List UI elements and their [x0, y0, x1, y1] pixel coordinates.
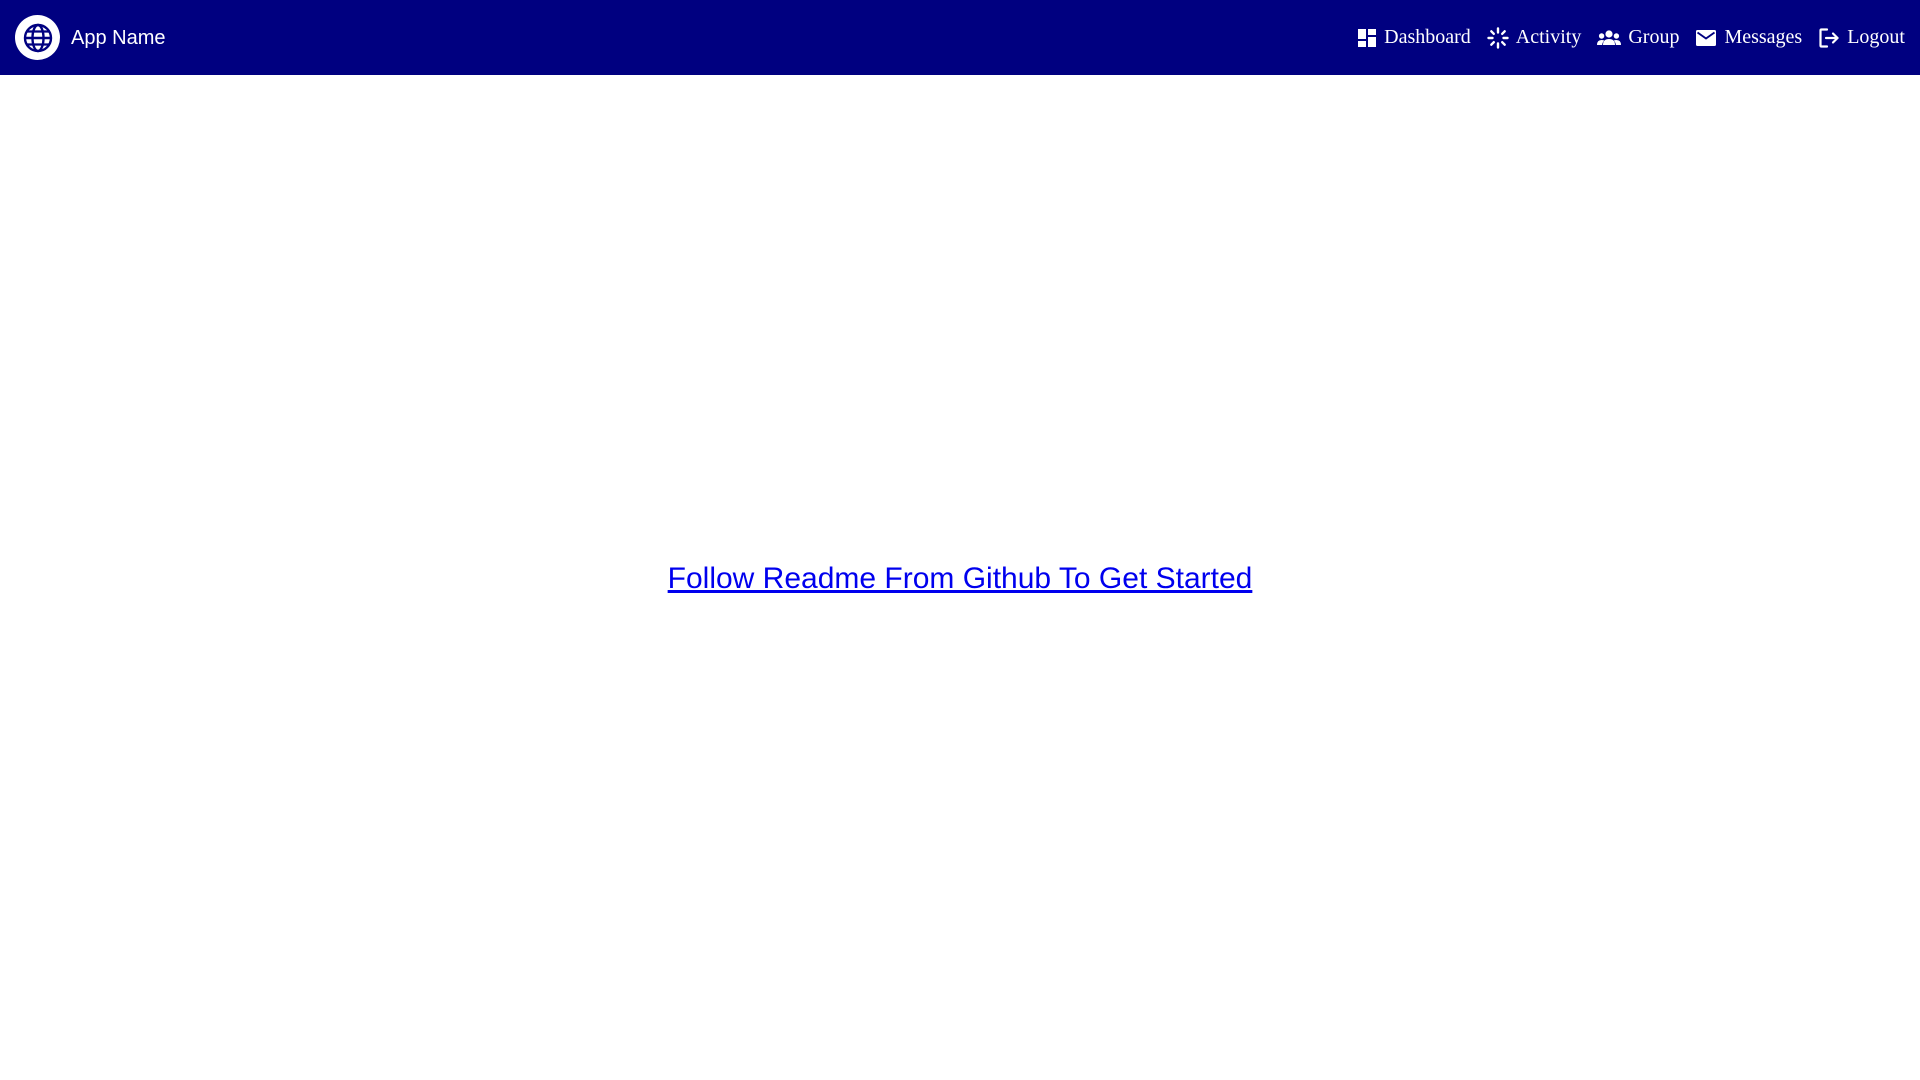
nav-item-label: Group [1628, 26, 1680, 48]
readme-link-container: Follow Readme From Github To Get Started [0, 561, 1920, 597]
nav-item-dashboard[interactable]: Dashboard [1357, 26, 1471, 49]
dashboard-icon [1357, 28, 1377, 48]
nav-item-activity[interactable]: Activity [1487, 26, 1582, 49]
main-content: Follow Readme From Github To Get Started [0, 75, 1920, 1080]
nav-item-label: Activity [1515, 26, 1582, 48]
mail-icon [1695, 29, 1717, 47]
app-name: App Name [71, 26, 166, 49]
nav-item-messages[interactable]: Messages [1695, 26, 1802, 49]
globe-icon [15, 15, 60, 60]
nav-item-label: Messages [1724, 26, 1803, 48]
nav-item-group[interactable]: Group [1597, 26, 1679, 49]
nav-item-label: Dashboard [1384, 26, 1471, 48]
top-navbar: App Name Dashboard Activity Group Messag… [0, 0, 1920, 75]
activity-icon [1487, 26, 1509, 49]
nav-item-logout[interactable]: Logout [1818, 26, 1905, 49]
group-icon [1597, 28, 1622, 48]
logout-icon [1818, 27, 1840, 49]
nav-item-label: Logout [1847, 26, 1905, 48]
brand[interactable]: App Name [15, 15, 166, 60]
main-nav: Dashboard Activity Group Messages Logout [1357, 26, 1905, 49]
readme-link[interactable]: Follow Readme From Github To Get Started [668, 562, 1253, 595]
